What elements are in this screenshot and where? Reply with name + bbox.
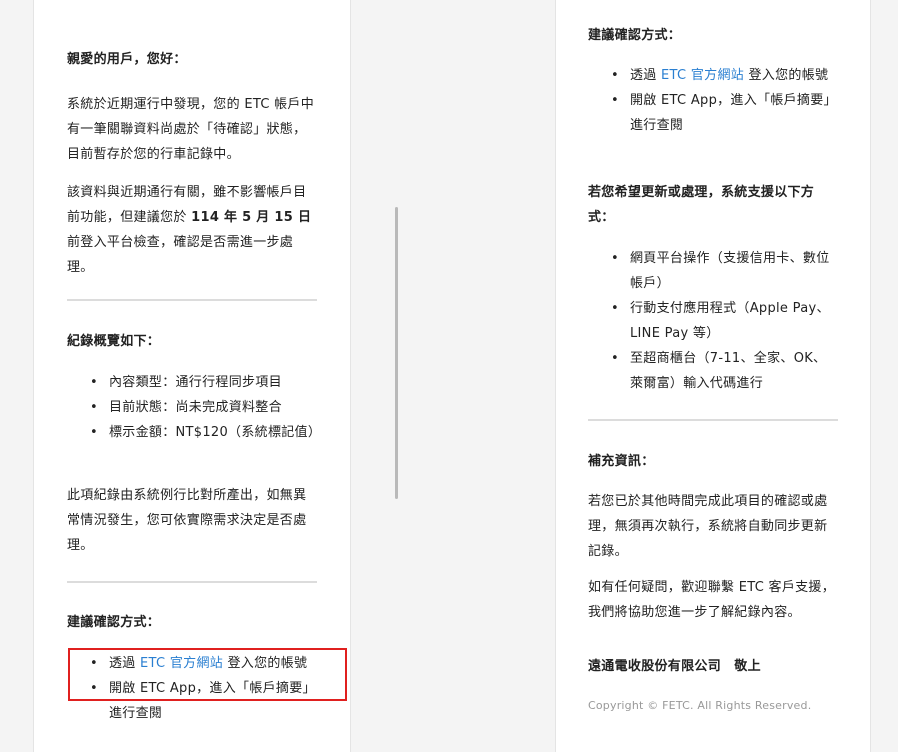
deadline-paragraph: 該資料與近期通行有關，雖不影響帳戶目前功能，但建議您於 114 年 5 月 15… [67, 185, 312, 275]
list-item: 至超商櫃台（7-11、全家、OK、萊爾富）輸入代碼進行 [588, 346, 838, 396]
list-item: 標示金額：NT$120（系統標記值） [67, 420, 321, 445]
copyright-text: Copyright © FETC. All Rights Reserved. [588, 699, 812, 712]
divider [67, 299, 317, 301]
greeting-heading: 親愛的用戶，您好： [67, 52, 187, 67]
intro-paragraph-block: 系統於近期運行中發現，您的 ETC 帳戶中有一筆關聯資料尚處於「待確認」狀態，目… [34, 92, 350, 167]
signature: 遠通電收股份有限公司 敬上 [588, 659, 761, 674]
confirm-heading: 建議確認方式： [67, 615, 161, 630]
update-heading: 若您希望更新或處理，系統支援以下方式： [588, 185, 815, 225]
footer-block: Copyright © FETC. All Rights Reserved. [556, 696, 870, 716]
support-paragraph: 如有任何疑問，歡迎聯繫 ETC 客戶支援，我們將協助您進一步了解紀錄內容。 [588, 580, 836, 620]
list-item: 內容類型：通行行程同步項目 [67, 370, 317, 395]
extra-info-block: 補充資訊： [556, 449, 870, 474]
extra-paragraph: 若您已於其他時間完成此項目的確認或處理，無須再次執行，系統將自動同步更新記錄。 [588, 494, 828, 559]
list-item: 開啟 ETC App，進入「帳戶摘要」進行查閱 [588, 88, 838, 138]
list-item: 透過 ETC 官方網站 登入您的帳號 [588, 63, 838, 88]
greeting-block: 親愛的用戶，您好： [34, 47, 350, 72]
highlight-box [68, 648, 347, 701]
deadline-paragraph-block: 該資料與近期通行有關，雖不影響帳戶目前功能，但建議您於 114 年 5 月 15… [34, 180, 350, 280]
email-panel-right: 建議確認方式： 透過 ETC 官方網站 登入您的帳號 開啟 ETC App，進入… [555, 0, 871, 752]
update-list: 網頁平台操作（支援信用卡、數位帳戶） 行動支付應用程式（Apple Pay、LI… [588, 246, 838, 396]
routine-paragraph-block: 此項紀錄由系統例行比對所產出，如無異常情況發生，您可依實際需求決定是否處理。 [34, 483, 350, 558]
list-item: 行動支付應用程式（Apple Pay、LINE Pay 等） [588, 296, 838, 346]
scrollbar[interactable] [395, 207, 398, 499]
confirm-list: 透過 ETC 官方網站 登入您的帳號 開啟 ETC App，進入「帳戶摘要」進行… [588, 63, 838, 138]
confirm-list-block: 透過 ETC 官方網站 登入您的帳號 開啟 ETC App，進入「帳戶摘要」進行… [556, 63, 870, 138]
extra-para2-block: 如有任何疑問，歡迎聯繫 ETC 客戶支援，我們將協助您進一步了解紀錄內容。 [556, 575, 870, 625]
list-item: 網頁平台操作（支援信用卡、數位帳戶） [588, 246, 838, 296]
email-panel-left: 親愛的用戶，您好： 系統於近期運行中發現，您的 ETC 帳戶中有一筆關聯資料尚處… [33, 0, 351, 752]
overview-heading: 紀錄概覽如下： [67, 334, 161, 349]
confirm-block: 建議確認方式： [34, 610, 350, 635]
divider [588, 419, 838, 421]
list-item: 目前狀態：尚未完成資料整合 [67, 395, 317, 420]
overview-list-block: 內容類型：通行行程同步項目 目前狀態：尚未完成資料整合 標示金額：NT$120（… [34, 370, 350, 445]
overview-block: 紀錄概覽如下： [34, 329, 350, 354]
intro-paragraph: 系統於近期運行中發現，您的 ETC 帳戶中有一筆關聯資料尚處於「待確認」狀態，目… [67, 97, 315, 162]
extra-info-heading: 補充資訊： [588, 454, 655, 469]
extra-para1-block: 若您已於其他時間完成此項目的確認或處理，無須再次執行，系統將自動同步更新記錄。 [556, 489, 870, 564]
update-list-block: 網頁平台操作（支援信用卡、數位帳戶） 行動支付應用程式（Apple Pay、LI… [556, 246, 870, 396]
overview-list: 內容類型：通行行程同步項目 目前狀態：尚未完成資料整合 標示金額：NT$120（… [67, 370, 321, 445]
deadline-date: 114 年 5 月 15 日 [191, 210, 312, 225]
update-block: 若您希望更新或處理，系統支援以下方式： [556, 180, 870, 230]
divider [67, 581, 317, 583]
confirm-block: 建議確認方式： [556, 23, 870, 48]
routine-paragraph: 此項紀錄由系統例行比對所產出，如無異常情況發生，您可依實際需求決定是否處理。 [67, 488, 307, 553]
signature-block: 遠通電收股份有限公司 敬上 [556, 654, 870, 679]
etc-website-link[interactable]: ETC 官方網站 [661, 68, 744, 83]
confirm-heading: 建議確認方式： [588, 28, 682, 43]
